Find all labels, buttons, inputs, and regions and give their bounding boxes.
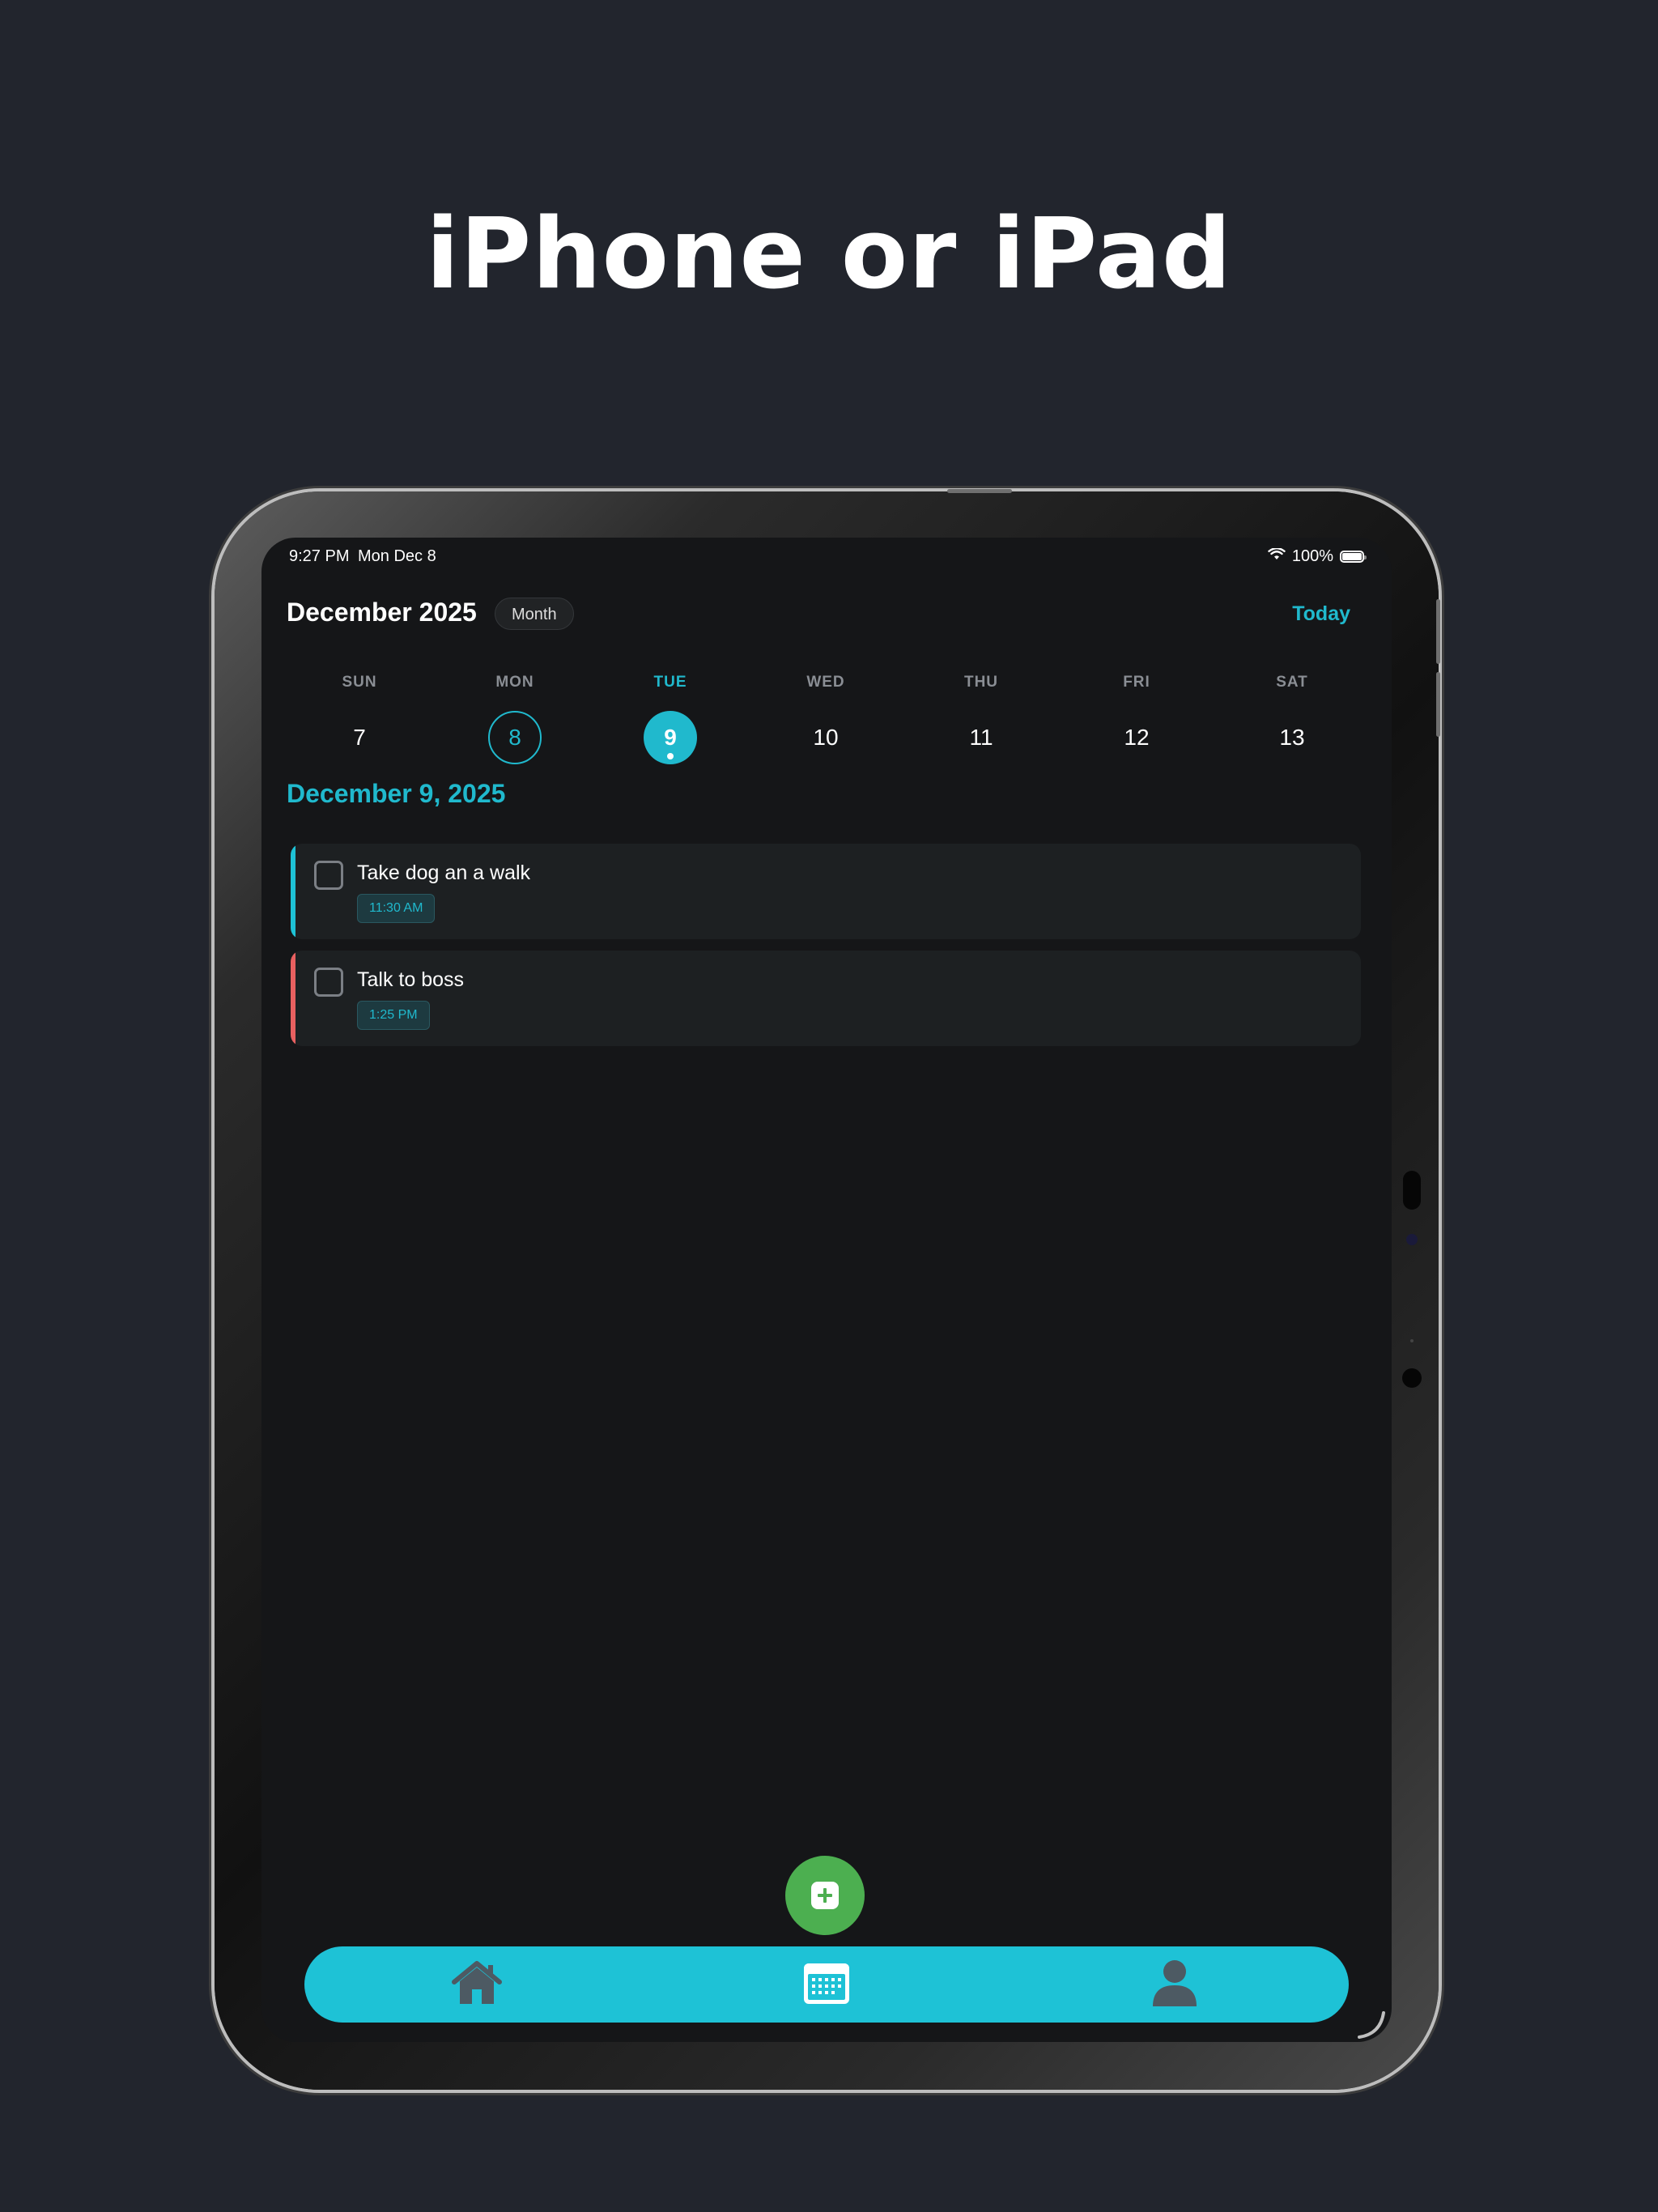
status-date: Mon Dec 8: [358, 547, 436, 565]
day-number: 8: [488, 711, 542, 764]
month-title: December 2025: [287, 598, 477, 627]
add-task-button[interactable]: [785, 1856, 865, 1935]
day-number: 13: [1279, 725, 1305, 750]
day-number: 12: [1124, 725, 1150, 750]
view-mode-button[interactable]: Month: [495, 598, 574, 630]
tab-calendar[interactable]: [778, 1946, 875, 2023]
day-name: WED: [806, 674, 845, 691]
profile-icon: [1150, 1959, 1199, 2010]
status-bar: 9:27 PM Mon Dec 8 100%: [289, 547, 1367, 572]
day-number: 7: [353, 725, 366, 750]
task-list: Take dog an a walk 11:30 AM Talk to boss…: [291, 844, 1361, 1057]
task-title: Talk to boss: [357, 968, 465, 991]
top-button: [947, 489, 1012, 493]
day-number: 11: [969, 725, 993, 750]
volume-button: [1436, 599, 1440, 664]
day-name: SUN: [342, 674, 377, 691]
day-name: TUE: [653, 674, 687, 691]
task-card[interactable]: Take dog an a walk 11:30 AM: [291, 844, 1361, 939]
task-card[interactable]: Talk to boss 1:25 PM: [291, 951, 1361, 1046]
task-time-badge: 1:25 PM: [357, 1001, 430, 1030]
wifi-icon: [1268, 547, 1286, 566]
tab-home[interactable]: [428, 1946, 525, 2023]
day-name: FRI: [1123, 674, 1150, 691]
day-wed[interactable]: WED 10: [793, 674, 858, 764]
tab-bar: [304, 1946, 1349, 2023]
day-name: THU: [963, 674, 999, 691]
calendar-icon: [802, 1960, 851, 2010]
task-color-bar: [291, 844, 295, 939]
task-checkbox[interactable]: [314, 968, 343, 997]
app-screen: 9:27 PM Mon Dec 8 100% December 2025 Mon…: [261, 538, 1392, 2042]
day-name: MON: [495, 674, 534, 691]
plus-icon: [811, 1882, 839, 1909]
headline: iPhone or iPad: [426, 198, 1232, 311]
task-title: Take dog an a walk: [357, 861, 531, 884]
day-fri[interactable]: FRI 12: [1104, 674, 1169, 764]
battery-icon: [1340, 551, 1367, 563]
microphone: [1410, 1339, 1414, 1342]
status-time: 9:27 PM: [289, 547, 350, 565]
status-right: 100%: [1268, 547, 1367, 566]
week-strip: SUN 7 MON 8 TUE 9 WED 10 THU 11 FRI 12 S…: [261, 674, 1392, 771]
task-checkbox[interactable]: [314, 861, 343, 890]
task-color-bar: [291, 951, 295, 1046]
day-name: SAT: [1276, 674, 1308, 691]
day-sat[interactable]: SAT 13: [1260, 674, 1324, 764]
day-mon[interactable]: MON 8: [483, 674, 547, 764]
day-sun[interactable]: SUN 7: [327, 674, 392, 764]
volume-button: [1436, 672, 1440, 737]
selected-date-heading: December 9, 2025: [287, 779, 506, 808]
day-number: 9: [644, 711, 697, 764]
task-time-badge: 11:30 AM: [357, 894, 436, 923]
tab-profile[interactable]: [1126, 1946, 1223, 2023]
camera-lens: [1406, 1234, 1418, 1245]
home-indicator-corner: [1358, 2011, 1385, 2039]
home-icon: [452, 1960, 502, 2010]
day-tue[interactable]: TUE 9: [638, 674, 703, 764]
day-thu[interactable]: THU 11: [949, 674, 1014, 764]
battery-percent: 100%: [1291, 547, 1333, 565]
day-number: 10: [813, 725, 839, 750]
camera-pill: [1403, 1171, 1421, 1210]
today-button[interactable]: Today: [1292, 602, 1350, 626]
sensor: [1402, 1368, 1422, 1388]
